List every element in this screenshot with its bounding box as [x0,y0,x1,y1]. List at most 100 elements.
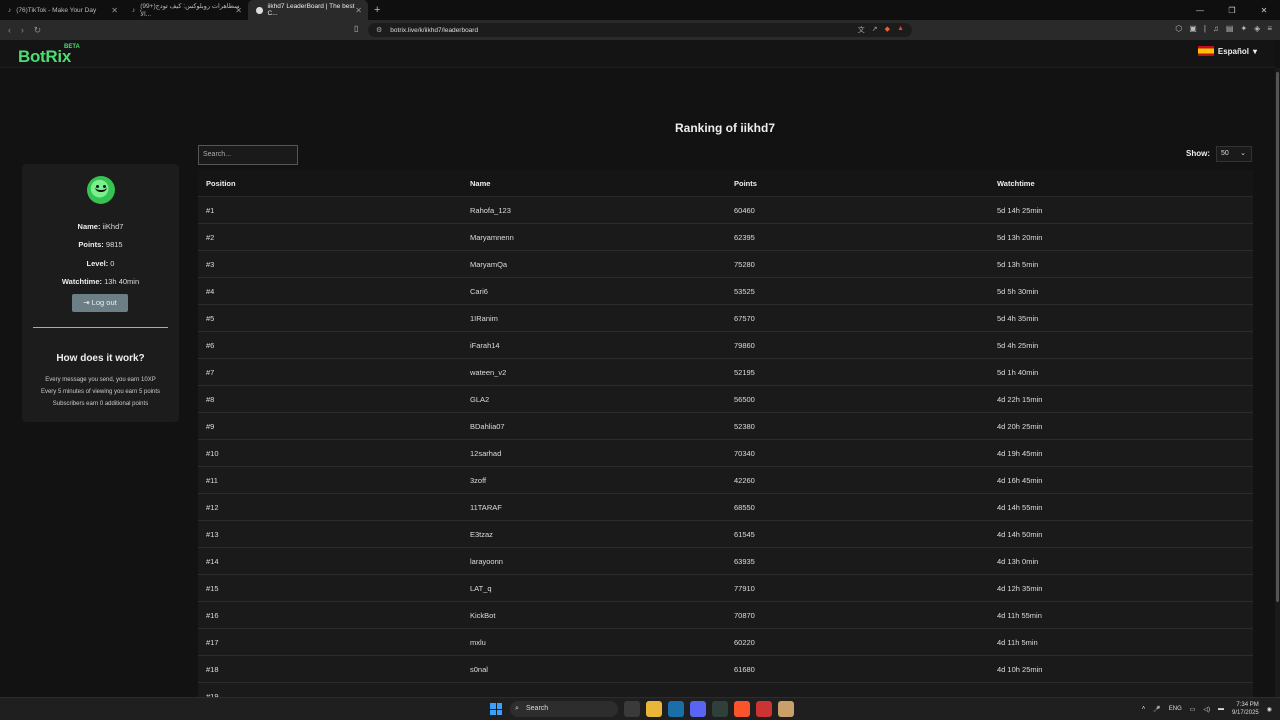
cell-position: #8 [206,394,215,404]
spain-flag-icon [1197,46,1214,56]
menu-icon[interactable]: ≡ [1267,24,1272,33]
profile-points: Points: 9815 [78,240,123,249]
cell-watchtime: 4d 22h 15min [997,394,1043,404]
volume-icon[interactable]: ◁) [1203,706,1210,713]
system-tray: ˄ 🎤 ENG ▭ ◁) ▬ 7:34 PM 9/17/2025 ◉ [1142,701,1272,717]
taskbar-search[interactable]: ⌕ Search [510,701,618,717]
table-body: #1 Rahofa_123 60460 5d 14h 25min #2 Maryamnen… [198,197,1253,697]
cell-points: 79860 [734,340,755,350]
reload-icon[interactable]: ↻ [34,25,42,35]
cell-position: #12 [206,502,219,512]
column-header-position[interactable]: Position [198,179,462,188]
xbox-icon[interactable] [712,701,728,717]
cell-points: 52380 [734,421,755,431]
clock[interactable]: 7:34 PM 9/17/2025 [1232,701,1259,717]
wallet-icon[interactable]: ▣ [1189,24,1197,33]
page-size-select[interactable]: 50 ⌄ [1216,146,1252,162]
restore-icon[interactable]: ❐ [1216,6,1248,15]
page-title: Ranking of iikhd7 [674,121,775,135]
extension-icon[interactable]: ⬡ [1175,24,1182,33]
bookmark-icon[interactable]: ▯ [354,24,358,33]
notifications-icon[interactable]: ◉ [1267,706,1272,713]
chevron-down-icon: ▾ [1252,46,1257,56]
window-controls: — ❐ ✕ [1184,0,1280,20]
table-row: #4 Cari6 53525 5d 5h 30min [198,278,1253,305]
vpn-icon[interactable]: ◈ [1254,24,1260,33]
close-window-icon[interactable]: ✕ [1248,6,1280,15]
file-explorer-icon[interactable] [646,701,662,717]
url-text: botrix.live/k/iikhd7/leaderboard [390,26,479,34]
cell-position: #11 [206,475,218,485]
language-indicator[interactable]: ENG [1169,706,1182,712]
discord-icon[interactable] [690,701,706,717]
logout-button[interactable]: ⇥ Log out [72,294,128,312]
cell-watchtime: 5d 5h 30min [997,286,1039,296]
new-tab-button[interactable]: + [368,4,386,16]
cell-watchtime: 5d 13h 20min [997,232,1043,242]
table-row: #8 GLA2 56500 4d 22h 15min [198,386,1253,413]
address-toolbar: ‹ › ↻ ▯ ⚙ botrix.live/k/iikhd7/leaderboa… [0,20,1280,40]
column-header-watchtime[interactable]: Watchtime [989,179,1253,188]
tab-close-icon[interactable]: ✕ [111,6,118,15]
cell-position: #3 [206,259,215,269]
app-icon[interactable] [756,701,772,717]
avatar [87,176,115,204]
battery-icon[interactable]: ▬ [1218,706,1224,712]
back-icon[interactable]: ‹ [8,25,11,35]
rewards-icon[interactable]: ▲ [897,25,904,35]
leo-icon[interactable]: ✦ [1240,24,1247,33]
language-selector[interactable]: Español ▾ [1197,46,1257,56]
site-info-icon[interactable]: ⚙ [376,26,382,34]
tab-roblox[interactable]: ♪ (99+)سطاهرات روبلوكس: كيف تودج الأ... … [124,0,248,20]
tab-close-icon[interactable]: ✕ [235,6,242,15]
table-row: #9 BDahlia07 52380 4d 20h 25min [198,413,1253,440]
task-view-icon[interactable] [624,701,640,717]
sidebar-icon[interactable]: ▤ [1226,24,1234,33]
divider-icon: | [1203,24,1206,33]
chevron-up-icon[interactable]: ˄ [1142,706,1146,712]
column-header-points[interactable]: Points [726,179,989,188]
cell-watchtime: 4d 10h 25min [997,664,1043,674]
table-row: #12 11TARAF 68550 4d 14h 55min [198,494,1253,521]
translate-icon[interactable]: 文 [858,25,865,35]
cell-position: #13 [206,529,219,539]
shield-icon[interactable]: ◆ [885,25,890,35]
taskbar-apps [624,701,794,717]
steam-icon[interactable] [668,701,684,717]
page-size-value: 50 [1221,150,1229,157]
page-scrollbar[interactable] [1275,68,1280,697]
windows-start-icon[interactable] [490,703,502,715]
profile-name: Name: iiKhd7 [77,222,124,231]
microphone-icon[interactable]: 🎤 [1153,706,1160,713]
cell-points: 77910 [734,583,755,593]
cell-points: 56500 [734,394,755,404]
cell-name: s0nal [470,664,488,674]
cell-position: #14 [206,556,219,566]
brave-icon[interactable] [734,701,750,717]
url-bar[interactable]: ⚙ botrix.live/k/iikhd7/leaderboard 文 ↗ ◆… [368,23,912,37]
cell-points: 75280 [734,259,755,269]
card-divider [33,327,168,328]
table-row: #11 3zoff 42260 4d 16h 45min [198,467,1253,494]
cell-points: 61680 [734,664,755,674]
minimize-icon[interactable]: — [1184,6,1216,15]
network-icon[interactable]: ▭ [1190,706,1196,713]
table-row: #15 LAT_q 77910 4d 12h 35min [198,575,1253,602]
windows-taskbar: ⌕ Search ˄ 🎤 ENG ▭ ◁) ▬ 7:34 PM 9/17/202… [0,697,1280,720]
column-header-name[interactable]: Name [462,179,726,188]
search-input[interactable]: Search... [198,145,298,165]
profile-level: Level: 0 [86,259,115,268]
cell-points: 62395 [734,232,755,242]
forward-icon[interactable]: › [21,25,24,35]
tab-tiktok[interactable]: ♪ (76)TikTok - Make Your Day ✕ [0,0,124,20]
share-icon[interactable]: ↗ [872,25,878,35]
tab-leaderboard[interactable]: iikhd7 LeaderBoard | The best C... ✕ [248,0,368,20]
cell-points: 67570 [734,313,755,323]
app-icon[interactable] [778,701,794,717]
botrix-logo[interactable]: BotRix [18,47,71,67]
tab-close-icon[interactable]: ✕ [355,6,362,15]
cell-watchtime: 4d 11h 55min [997,610,1042,620]
table-row: #2 Maryamnenn 62395 5d 13h 20min [198,224,1253,251]
music-icon[interactable]: ♫ [1213,24,1219,33]
how-line: Every 5 minutes of viewing you earn 5 po… [40,389,161,395]
